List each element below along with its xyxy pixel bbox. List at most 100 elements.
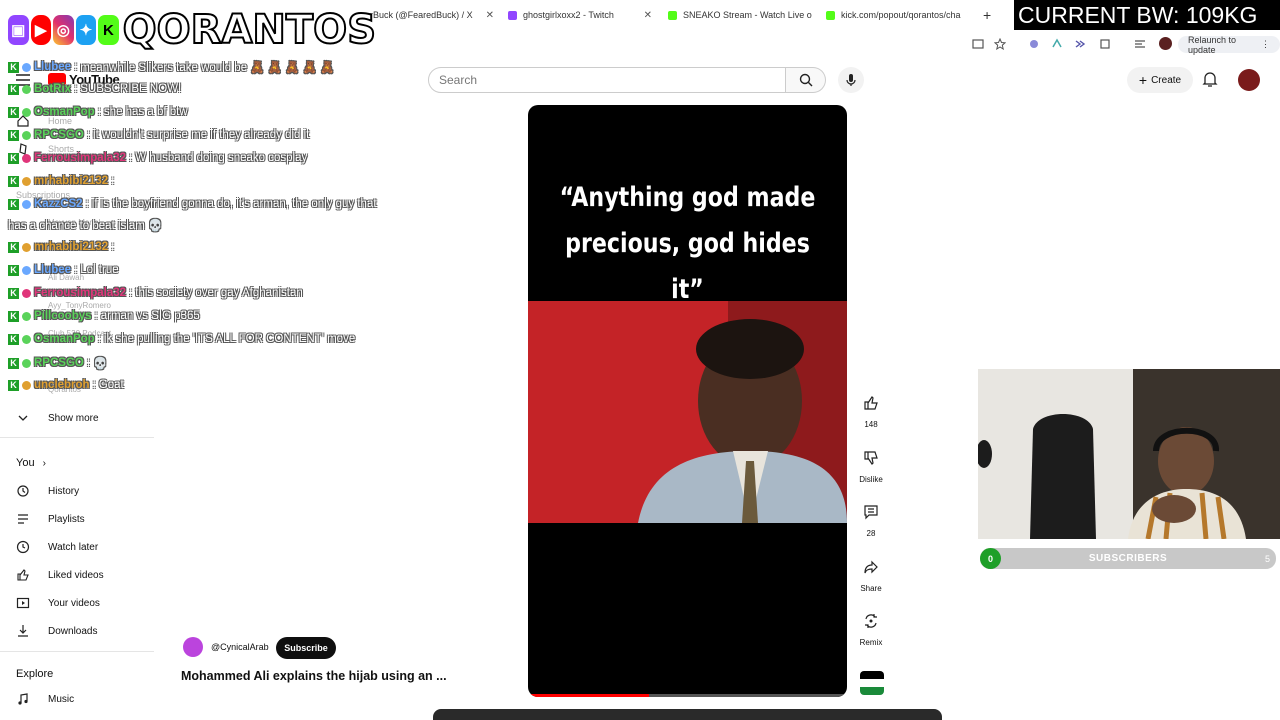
chat-username[interactable]: Ferrousimpala32 [34,287,126,299]
thumbs-up-icon [864,396,878,410]
sidebar-item-downloads[interactable]: Downloads [16,622,97,640]
browser-tab[interactable]: kick.com/popout/qorantos/cha ✕ [826,6,968,24]
share-icon [864,560,878,574]
channel-name[interactable]: @CynicalArab [211,642,269,652]
chat-message: Kunclebroh: Goat [8,379,124,391]
video-progress-bar[interactable] [528,694,847,697]
extension-icon[interactable] [1074,38,1086,50]
extension-icon[interactable] [1028,38,1040,50]
chat-message-text: meanwhile Slikers take would be 🧸 🧸 🧸 🧸 … [80,62,335,74]
channel-avatar[interactable] [183,637,203,657]
chat-message: K Pillcoobys: arman vs SIG p365 [8,310,200,322]
kick-badge-icon: K [8,175,19,187]
search-icon [799,73,812,87]
chat-username[interactable]: OsmanPop [34,333,95,345]
share-label: Share [860,584,882,593]
close-tab-icon[interactable]: ✕ [644,10,652,21]
sound-thumbnail[interactable] [860,671,884,695]
video-progress-fill [528,694,650,697]
sidebar-item-your-videos[interactable]: Your videos [16,594,100,612]
kick-badge-icon: K [8,83,19,95]
next-short-preview[interactable] [433,709,942,720]
extensions-puzzle-icon[interactable] [1099,38,1111,50]
voice-search-button[interactable] [838,67,864,93]
menu-kebab-icon[interactable]: ⋮ [1261,39,1270,50]
remix-button[interactable]: Remix [858,608,884,647]
video-title[interactable]: Mohammed Ali explains the hijab using an… [181,669,447,683]
subscription-channel[interactable]: Ayy_TonyRomero [48,301,111,310]
kick-badge-icon: K [8,241,19,253]
chat-badge-icon [22,199,31,209]
chat-username[interactable]: Ferrousimpala32 [34,152,126,164]
playlists-icon [18,514,28,524]
twitch-favicon-icon [508,10,517,20]
chat-badge-icon [22,265,31,275]
notifications-bell-icon[interactable] [1202,71,1218,88]
chat-username[interactable]: Pillcoobys [34,310,92,322]
chat-username[interactable]: Llubee [34,61,71,73]
browser-tab[interactable]: SNEAKO Stream - Watch Live o ✕ [668,6,816,24]
reading-list-icon[interactable] [1134,38,1146,50]
kick-icon: K [98,15,119,45]
like-button[interactable]: 148 [858,390,884,429]
chat-message: K BotRix: SUBSCRIBE NOW! [8,83,181,95]
webcam-feed [978,369,1280,539]
chat-username[interactable]: mrhabibi2132 [34,175,108,187]
you-section-header[interactable]: You › [16,457,46,469]
close-tab-icon[interactable]: ✕ [967,10,968,21]
search-input[interactable]: Search [428,67,786,93]
install-icon[interactable] [972,38,984,50]
sidebar-item-liked-videos[interactable]: Liked videos [16,566,104,584]
subscribers-label: SUBSCRIBERS [1088,553,1168,564]
chat-username[interactable]: unclebroh [34,379,90,391]
chat-message-text: W husband doing sneako cosplay [135,152,308,164]
close-tab-icon[interactable]: ✕ [486,10,494,21]
kick-badge-icon: K [8,129,19,141]
kick-badge-icon: K [8,106,19,118]
chat-message: has a chance to beat islam 💀 [8,218,162,232]
chat-username[interactable]: RPCSGO [34,129,84,141]
create-button[interactable]: + Create [1127,67,1193,93]
tab-label: SNEAKO Stream - Watch Live o [683,10,812,20]
account-avatar[interactable] [1238,69,1260,91]
chat-message: K Ferrousimpala32: this society over gay A… [8,287,303,299]
chat-message-text: SUBSCRIBE NOW! [80,83,182,95]
search-button[interactable] [786,67,826,93]
share-button[interactable]: Share [858,554,884,593]
plus-icon: + [1138,72,1148,88]
browser-tab[interactable]: rBuck (@FearedBuck) / X ✕ [370,6,494,24]
video-quote-text: “Anything god made precious, god hides i… [557,175,819,313]
chat-username[interactable]: mrhabibi2132 [34,241,108,253]
create-label: Create [1151,74,1182,86]
dislike-button[interactable]: Dislike [858,445,884,484]
sidebar-item-watch-later[interactable]: Watch later [16,538,98,556]
sidebar-divider [0,437,154,438]
profile-avatar-icon[interactable] [1159,37,1172,50]
subscribe-button[interactable]: Subscribe [276,637,336,659]
chat-separator: : [86,129,91,141]
browser-tab[interactable]: ghostgirlxoxx2 - Twitch ✕ [508,6,652,24]
chat-separator: : [74,61,78,73]
comments-button[interactable]: 28 [858,499,884,538]
bookmark-star-icon[interactable] [994,38,1006,50]
chat-username[interactable]: OsmanPop [34,106,95,118]
kick-badge-icon: K [8,333,19,345]
chat-username[interactable]: KazzCS2 [34,198,83,210]
music-icon [18,693,28,705]
sidebar-item-history[interactable]: History [16,482,79,500]
relaunch-button[interactable]: Relaunch to update ⋮ [1178,35,1280,55]
history-icon [17,485,29,497]
extension-icon[interactable] [1051,38,1063,50]
chat-message: K Llubee: Lol true [8,264,119,276]
chat-message-text: arman vs SIG p365 [100,310,200,322]
chat-username[interactable]: RPCSGO [34,357,84,369]
sidebar-item-music[interactable]: Music [16,690,74,708]
short-video-player[interactable]: “Anything god made precious, god hides i… [528,105,847,697]
new-tab-button[interactable]: + [983,6,997,24]
chat-message: K RPCSGO: 💀 [8,356,107,370]
chat-separator: : [94,310,98,322]
chat-username[interactable]: BotRix [34,83,71,95]
show-more-button[interactable]: Show more [16,409,99,427]
chat-username[interactable]: Llubee [34,264,71,276]
sidebar-item-playlists[interactable]: Playlists [16,510,85,528]
